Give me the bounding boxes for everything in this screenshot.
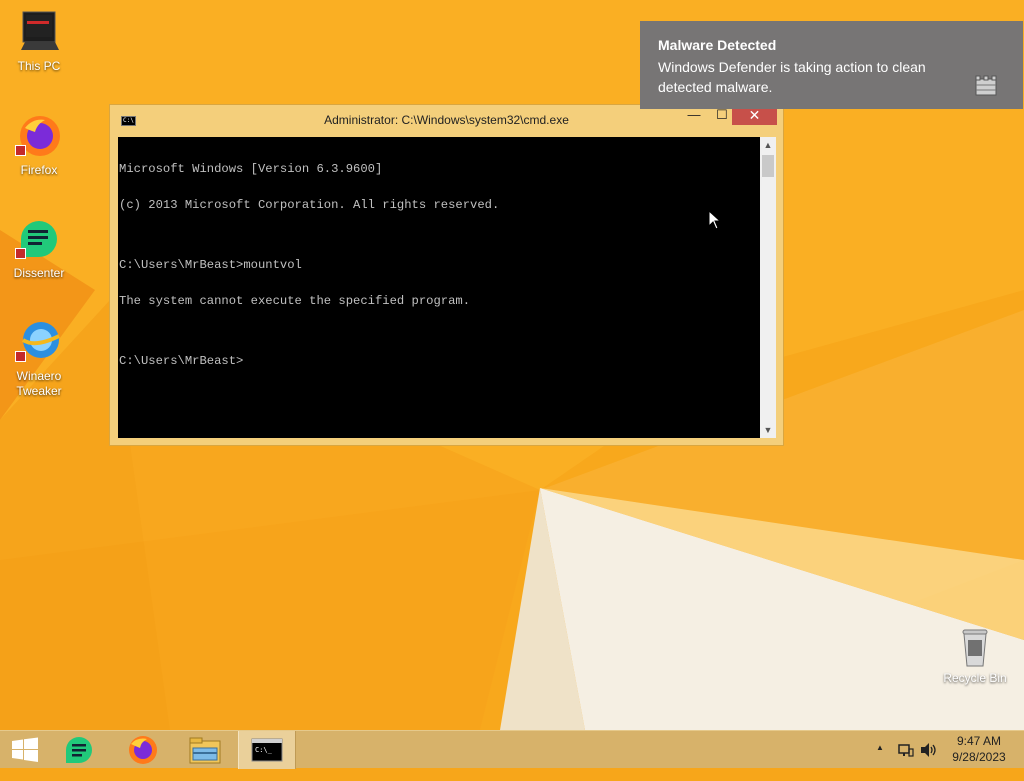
firefox-icon [15, 112, 63, 160]
scroll-thumb[interactable] [762, 155, 774, 177]
desktop-icon-label: This PC [17, 59, 61, 73]
desktop-icon-label: Winaero Tweaker [16, 369, 62, 398]
command-prompt-icon: C:\_ [251, 738, 283, 762]
shortcut-arrow-icon [15, 145, 26, 156]
windows-start-icon [12, 737, 38, 762]
desktop-icon-dissenter[interactable]: Dissenter [0, 215, 78, 281]
taskbar-item-file-explorer[interactable] [176, 731, 234, 769]
notification-toast[interactable]: Malware Detected Windows Defender is tak… [640, 21, 1023, 109]
dissenter-icon [66, 737, 92, 763]
console-prompt-line: C:\Users\MrBeast> [119, 354, 244, 368]
cmd-titlebar[interactable]: C:\ Administrator: C:\Windows\system32\c… [110, 105, 783, 135]
desktop-icon-firefox[interactable]: Firefox [0, 112, 78, 178]
network-icon[interactable] [898, 742, 914, 758]
console-line: (c) 2013 Microsoft Corporation. All righ… [119, 198, 500, 212]
vertical-scrollbar[interactable]: ▲ ▼ [760, 137, 776, 438]
defender-castle-icon [975, 75, 997, 96]
taskbar: C:\_ ▲ [0, 730, 1024, 769]
mouse-cursor-icon [708, 210, 722, 230]
toast-body: Windows Defender is taking action to cle… [658, 59, 926, 95]
clock-time: 9:47 AM [956, 734, 1002, 748]
console-output[interactable]: Microsoft Windows [Version 6.3.9600] (c)… [118, 137, 760, 438]
firefox-icon [129, 736, 157, 764]
console-line: The system cannot execute the specified … [119, 294, 471, 308]
desktop-icon-label: Firefox [20, 163, 58, 177]
winaero-tweaker-icon [15, 318, 63, 366]
console-line: Microsoft Windows [Version 6.3.9600] [119, 162, 383, 176]
shortcut-arrow-icon [15, 248, 26, 259]
volume-icon[interactable] [920, 742, 938, 758]
scroll-down-icon[interactable]: ▼ [760, 422, 776, 438]
start-button[interactable] [0, 731, 58, 769]
this-pc-icon [15, 8, 63, 56]
taskbar-item-dissenter[interactable] [52, 731, 110, 769]
shortcut-arrow-icon [15, 351, 26, 362]
scroll-up-icon[interactable]: ▲ [760, 137, 776, 153]
file-explorer-icon [189, 737, 221, 764]
taskbar-item-firefox[interactable] [114, 731, 172, 769]
desktop-icon-this-pc[interactable]: This PC [0, 8, 78, 74]
desktop-icon-label: Recycle Bin [943, 671, 1007, 685]
desktop-icon-winaero-tweaker[interactable]: Winaero Tweaker [0, 318, 78, 399]
console-line: C:\Users\MrBeast>mountvol [119, 258, 302, 272]
svg-text:C:\_: C:\_ [255, 746, 273, 754]
desktop-icon-label: Dissenter [13, 266, 65, 280]
dissenter-icon [15, 215, 63, 263]
cmd-window[interactable]: C:\ Administrator: C:\Windows\system32\c… [109, 104, 784, 446]
tray-overflow-chevron[interactable]: ▲ [876, 743, 884, 781]
desktop-icon-recycle-bin[interactable]: Recycle Bin [936, 626, 1014, 686]
taskbar-item-command-prompt[interactable]: C:\_ [238, 731, 296, 769]
toast-title: Malware Detected [658, 37, 777, 53]
recycle-bin-icon [957, 626, 993, 668]
clock-date: 9/28/2023 [952, 750, 1006, 764]
taskbar-clock[interactable]: 9:47 AM 9/28/2023 [944, 733, 1014, 765]
